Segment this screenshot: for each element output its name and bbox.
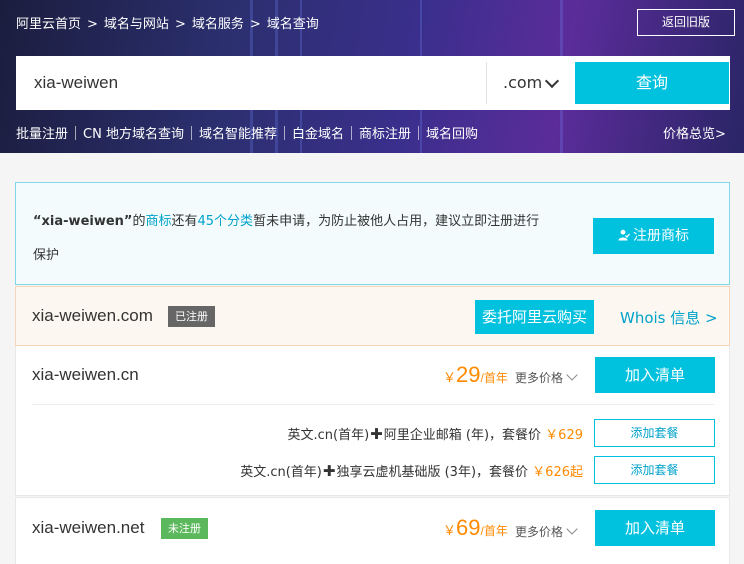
more-prices-toggle[interactable]: 更多价格: [515, 369, 578, 386]
quick-link-domain-buyback[interactable]: 域名回购: [426, 123, 478, 142]
divider: [32, 404, 714, 405]
add-bundle-button[interactable]: 添加套餐: [594, 419, 715, 447]
chevron-down-icon: [566, 369, 578, 381]
register-trademark-label: 注册商标: [633, 228, 689, 244]
bundle-item: 英文.cn(首年): [287, 428, 370, 443]
price-unit: /首年: [480, 371, 508, 385]
domain-name: xia-weiwen.net: [32, 518, 145, 537]
domain-row-com: xia-weiwen.com 已注册 委托阿里云购买 Whois 信息 >: [15, 286, 730, 346]
bundle-item: 英文.cn(首年): [240, 465, 322, 480]
divider: [283, 126, 285, 140]
quick-link-bulk-register[interactable]: 批量注册: [16, 123, 68, 142]
plus-icon: ✚: [322, 462, 336, 480]
quick-link-trademark-register[interactable]: 商标注册: [359, 123, 411, 142]
notice-text-part: 还有: [171, 214, 198, 229]
plus-icon: ✚: [370, 425, 383, 443]
domain-row-cn: xia-weiwen.cn ￥29/首年 更多价格 加入清单 英文.cn(首年)…: [15, 346, 730, 496]
more-prices-label: 更多价格: [515, 525, 564, 539]
add-bundle-button[interactable]: 添加套餐: [594, 456, 715, 484]
price-unit: /首年: [480, 524, 508, 538]
categories-link[interactable]: 45个分类: [198, 214, 254, 229]
query-button[interactable]: 查询: [575, 62, 729, 104]
price-value: 29: [456, 362, 481, 387]
notice-text-part: 暂未申请，为防止被他人占用，建议立即注册进行: [253, 214, 540, 229]
notice-domain-name: “xia-weiwen”: [33, 214, 133, 229]
bundle-price: ￥629: [545, 428, 583, 443]
breadcrumb-separator: >: [174, 17, 186, 32]
breadcrumb-domain-query: 域名查询: [266, 17, 319, 32]
price: ￥69/首年: [443, 515, 508, 541]
price: ￥29/首年: [443, 362, 508, 388]
back-to-old-version-button[interactable]: 返回旧版: [637, 9, 735, 36]
bundle-offer: 英文.cn(首年)✚阿里企业邮箱 (年)，套餐价 ￥629: [288, 424, 584, 443]
quick-links: 批量注册 CN 地方域名查询 域名智能推荐 白金域名 商标注册 域名回购: [16, 123, 478, 142]
search-bar: .com 查询: [16, 56, 730, 110]
trademark-notice: “xia-weiwen”的商标还有45个分类暂未申请，为防止被他人占用，建议立即…: [15, 182, 730, 285]
breadcrumb-domains-websites[interactable]: 域名与网站: [104, 17, 169, 32]
domain-search-input[interactable]: [16, 56, 486, 110]
notice-text: “xia-weiwen”的商标还有45个分类暂未申请，为防止被他人占用，建议立即…: [33, 205, 593, 273]
suffix-select-value: .com: [503, 73, 543, 92]
breadcrumb-separator: >: [249, 17, 261, 32]
registered-badge: 已注册: [168, 306, 215, 327]
domain-name: xia-weiwen.com: [32, 306, 153, 325]
add-to-cart-button[interactable]: 加入清单: [595, 510, 715, 546]
chevron-down-icon: [544, 73, 560, 89]
bundle-price: ￥626起: [532, 465, 583, 480]
divider: [350, 126, 352, 140]
breadcrumb-home[interactable]: 阿里云首页: [16, 17, 81, 32]
unregistered-badge: 未注册: [161, 518, 208, 539]
more-prices-toggle[interactable]: 更多价格: [515, 523, 578, 540]
currency-symbol: ￥: [443, 370, 457, 385]
suffix-select[interactable]: .com: [486, 62, 574, 104]
more-prices-label: 更多价格: [515, 371, 564, 385]
notice-text-part: 保护: [33, 248, 60, 263]
breadcrumb-domain-service[interactable]: 域名服务: [192, 17, 244, 32]
domain-row-net: xia-weiwen.net 未注册 ￥69/首年 更多价格 加入清单: [15, 497, 730, 564]
trademark-link[interactable]: 商标: [145, 214, 171, 229]
divider: [418, 126, 419, 140]
breadcrumb: 阿里云首页 > 域名与网站 > 域名服务 > 域名查询: [16, 13, 325, 32]
bundle-item: 阿里企业邮箱 (年)，套餐价: [383, 428, 542, 443]
hero-banner: 阿里云首页 > 域名与网站 > 域名服务 > 域名查询 返回旧版 .com 查询 批量注册 C…: [0, 0, 744, 153]
broker-purchase-button[interactable]: 委托阿里云购买: [475, 300, 594, 334]
quick-link-smart-recommend[interactable]: 域名智能推荐: [199, 123, 277, 142]
price-value: 69: [456, 515, 481, 540]
quick-link-cn-local-query[interactable]: CN 地方域名查询: [83, 123, 184, 142]
quick-link-platinum-domain[interactable]: 白金域名: [292, 123, 344, 142]
add-to-cart-button[interactable]: 加入清单: [595, 357, 715, 393]
bundle-item: 独享云虚机基础版 (3年)，套餐价: [336, 465, 529, 480]
bundle-offer: 英文.cn(首年)✚独享云虚机基础版 (3年)，套餐价 ￥626起: [240, 461, 583, 480]
currency-symbol: ￥: [443, 523, 457, 538]
divider: [190, 126, 192, 140]
domain-name: xia-weiwen.cn: [32, 365, 139, 384]
notice-text-part: 的: [132, 214, 146, 229]
chevron-down-icon: [566, 523, 578, 535]
breadcrumb-separator: >: [87, 17, 98, 32]
divider: [75, 126, 77, 140]
whois-info-link[interactable]: Whois 信息 >: [620, 307, 718, 328]
user-check-icon: [618, 218, 630, 254]
register-trademark-button[interactable]: 注册商标: [593, 218, 714, 254]
price-overview-link[interactable]: 价格总览>: [663, 123, 726, 142]
